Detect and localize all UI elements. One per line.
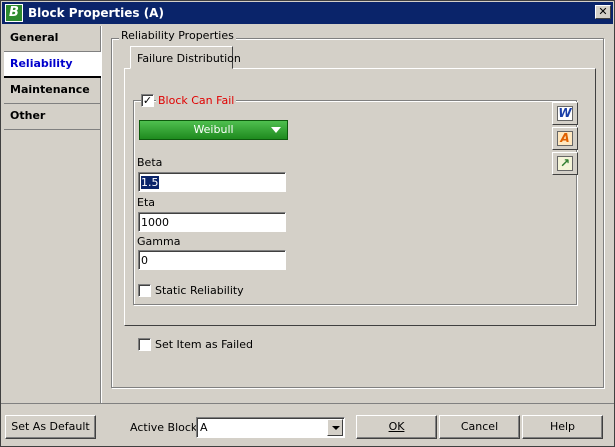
block-can-fail-label: Block Can Fail (156, 94, 237, 107)
eta-value: 1000 (141, 216, 169, 229)
sidebar: General Reliability Maintenance Other (4, 26, 101, 403)
reliability-content: Reliability Properties Failure Distribut… (101, 26, 613, 403)
set-item-failed-checkbox[interactable] (138, 338, 151, 351)
set-item-failed-label: Set Item as Failed (155, 338, 253, 351)
app-icon: B (5, 4, 23, 22)
footer-bar: Set As Default Active Block: A OK Cancel… (1, 403, 614, 446)
sidebar-item-reliability[interactable]: Reliability (4, 52, 101, 78)
quick-param-a-icon: A (557, 131, 573, 146)
ok-button[interactable]: OK (356, 415, 437, 439)
window-title: Block Properties (A) (28, 6, 164, 20)
block-can-fail-checkbox[interactable]: ✓ (141, 94, 154, 107)
gamma-value: 0 (141, 254, 148, 267)
title-bar: B Block Properties (A) ✕ (2, 2, 613, 24)
active-block-label: Active Block: (130, 421, 201, 434)
tab-failure-distribution[interactable]: Failure Distribution (130, 46, 241, 69)
chevron-down-icon[interactable] (327, 419, 343, 436)
chevron-down-icon (271, 127, 281, 133)
beta-input[interactable]: 1.5 (138, 172, 286, 192)
block-properties-window: B Block Properties (A) ✕ General Reliabi… (0, 0, 615, 447)
active-block-value: A (200, 421, 208, 434)
sidebar-item-general[interactable]: General (4, 26, 101, 52)
eta-label: Eta (137, 196, 156, 209)
plot-button[interactable]: ↗ (552, 152, 578, 175)
gamma-label: Gamma (137, 235, 181, 248)
distribution-value: Weibull (193, 123, 234, 136)
quick-parameter-button[interactable]: A (552, 127, 578, 150)
sidebar-item-other[interactable]: Other (4, 104, 101, 130)
reliability-properties-label: Reliability Properties (119, 29, 236, 42)
sidebar-item-maintenance[interactable]: Maintenance (4, 78, 101, 104)
active-block-select[interactable]: A (196, 417, 345, 438)
plot-icon: ↗ (557, 156, 573, 171)
gamma-input[interactable]: 0 (138, 250, 286, 270)
eta-input[interactable]: 1000 (138, 212, 286, 232)
weibull-w-icon: W (557, 106, 573, 121)
cancel-button[interactable]: Cancel (439, 415, 520, 439)
weibull-button[interactable]: W (552, 102, 578, 125)
static-reliability-checkbox[interactable] (138, 284, 151, 297)
distribution-dropdown[interactable]: Weibull (139, 120, 288, 140)
close-button[interactable]: ✕ (595, 5, 611, 19)
help-button[interactable]: Help (522, 415, 603, 439)
beta-label: Beta (137, 156, 163, 169)
beta-value: 1.5 (141, 176, 159, 189)
static-reliability-label: Static Reliability (155, 284, 244, 297)
set-as-default-button[interactable]: Set As Default (5, 415, 96, 439)
